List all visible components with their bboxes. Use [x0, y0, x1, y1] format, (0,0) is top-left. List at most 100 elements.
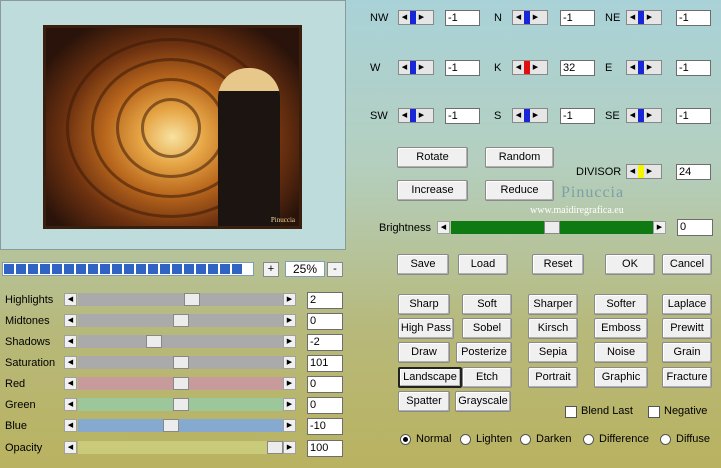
arrow-left-icon[interactable]: ◀ — [399, 61, 410, 74]
filter-button-grain[interactable]: Grain — [662, 342, 712, 363]
divisor-spinner[interactable]: ◀ ▶ — [626, 164, 662, 179]
direction-value[interactable]: -1 — [445, 60, 480, 76]
filter-button-sepia[interactable]: Sepia — [528, 342, 578, 363]
direction-spinner[interactable]: ◀ ▶ — [626, 108, 662, 123]
slider-thumb[interactable] — [163, 419, 179, 432]
filter-button-draw[interactable]: Draw — [398, 342, 450, 363]
slider-left-arrow[interactable]: ◀ — [64, 419, 77, 432]
slider-track[interactable] — [78, 335, 283, 348]
filter-button-softer[interactable]: Softer — [594, 294, 648, 315]
reduce-button[interactable]: Reduce — [485, 180, 554, 201]
zoom-in-button[interactable]: + — [263, 262, 279, 277]
arrow-right-icon[interactable]: ▶ — [530, 109, 541, 122]
slider-thumb[interactable] — [173, 377, 189, 390]
direction-spinner[interactable]: ◀ ▶ — [512, 60, 548, 75]
slider-right-arrow[interactable]: ▶ — [283, 335, 296, 348]
slider-track[interactable] — [78, 419, 283, 432]
arrow-right-icon[interactable]: ▶ — [644, 61, 655, 74]
brightness-value[interactable]: 0 — [677, 219, 713, 236]
filter-button-noise[interactable]: Noise — [594, 342, 648, 363]
random-button[interactable]: Random — [485, 147, 554, 168]
brightness-left-arrow[interactable]: ◀ — [437, 221, 450, 234]
slider-right-arrow[interactable]: ▶ — [283, 356, 296, 369]
slider-right-arrow[interactable]: ▶ — [283, 441, 296, 454]
load-button[interactable]: Load — [458, 254, 508, 275]
filter-button-sobel[interactable]: Sobel — [462, 318, 512, 339]
slider-track[interactable] — [78, 356, 283, 369]
divisor-value[interactable]: 24 — [676, 164, 711, 180]
slider-left-arrow[interactable]: ◀ — [64, 314, 77, 327]
arrow-left-icon[interactable]: ◀ — [627, 165, 638, 178]
slider-track[interactable] — [78, 377, 283, 390]
slider-track[interactable] — [78, 314, 283, 327]
slider-right-arrow[interactable]: ▶ — [283, 398, 296, 411]
arrow-left-icon[interactable]: ◀ — [627, 61, 638, 74]
filter-button-grayscale[interactable]: Grayscale — [455, 391, 511, 412]
slider-thumb[interactable] — [146, 335, 162, 348]
arrow-right-icon[interactable]: ▶ — [530, 11, 541, 24]
filter-button-etch[interactable]: Etch — [462, 367, 512, 388]
zoom-out-button[interactable]: - — [327, 262, 343, 277]
arrow-right-icon[interactable]: ▶ — [416, 11, 427, 24]
direction-spinner[interactable]: ◀ ▶ — [626, 60, 662, 75]
arrow-right-icon[interactable]: ▶ — [416, 61, 427, 74]
direction-spinner[interactable]: ◀ ▶ — [398, 10, 434, 25]
save-button[interactable]: Save — [397, 254, 449, 275]
filter-button-kirsch[interactable]: Kirsch — [528, 318, 578, 339]
filter-button-posterize[interactable]: Posterize — [456, 342, 512, 363]
direction-value[interactable]: -1 — [676, 108, 711, 124]
mode-radio-darken[interactable] — [520, 434, 531, 445]
direction-spinner[interactable]: ◀ ▶ — [626, 10, 662, 25]
direction-value[interactable]: -1 — [560, 108, 595, 124]
slider-value[interactable]: -2 — [307, 334, 343, 351]
brightness-slider[interactable] — [451, 221, 653, 234]
filter-button-high-pass[interactable]: High Pass — [398, 318, 454, 339]
mode-radio-normal[interactable] — [400, 434, 411, 445]
mode-radio-difference[interactable] — [583, 434, 594, 445]
reset-button[interactable]: Reset — [532, 254, 584, 275]
slider-right-arrow[interactable]: ▶ — [283, 419, 296, 432]
arrow-right-icon[interactable]: ▶ — [644, 165, 655, 178]
arrow-right-icon[interactable]: ▶ — [416, 109, 427, 122]
filter-button-fracture[interactable]: Fracture — [662, 367, 712, 388]
filter-button-sharper[interactable]: Sharper — [528, 294, 578, 315]
filter-button-portrait[interactable]: Portrait — [528, 367, 578, 388]
slider-left-arrow[interactable]: ◀ — [64, 293, 77, 306]
slider-thumb[interactable] — [173, 356, 189, 369]
increase-button[interactable]: Increase — [397, 180, 468, 201]
filter-button-landscape[interactable]: Landscape — [398, 367, 462, 388]
slider-left-arrow[interactable]: ◀ — [64, 356, 77, 369]
direction-spinner[interactable]: ◀ ▶ — [512, 10, 548, 25]
slider-value[interactable]: 0 — [307, 397, 343, 414]
arrow-left-icon[interactable]: ◀ — [627, 109, 638, 122]
slider-thumb[interactable] — [184, 293, 200, 306]
slider-thumb[interactable] — [173, 314, 189, 327]
slider-left-arrow[interactable]: ◀ — [64, 377, 77, 390]
direction-spinner[interactable]: ◀ ▶ — [398, 60, 434, 75]
slider-value[interactable]: 100 — [307, 440, 343, 457]
arrow-left-icon[interactable]: ◀ — [627, 11, 638, 24]
slider-right-arrow[interactable]: ▶ — [283, 377, 296, 390]
arrow-right-icon[interactable]: ▶ — [530, 61, 541, 74]
direction-value[interactable]: 32 — [560, 60, 595, 76]
filter-button-sharp[interactable]: Sharp — [398, 294, 450, 315]
slider-thumb[interactable] — [267, 441, 283, 454]
slider-right-arrow[interactable]: ▶ — [283, 314, 296, 327]
slider-thumb[interactable] — [173, 398, 189, 411]
ok-button[interactable]: OK — [605, 254, 655, 275]
arrow-left-icon[interactable]: ◀ — [399, 109, 410, 122]
slider-left-arrow[interactable]: ◀ — [64, 335, 77, 348]
slider-track[interactable] — [78, 398, 283, 411]
direction-value[interactable]: -1 — [560, 10, 595, 26]
arrow-right-icon[interactable]: ▶ — [644, 109, 655, 122]
slider-value[interactable]: 101 — [307, 355, 343, 372]
rotate-button[interactable]: Rotate — [397, 147, 468, 168]
slider-right-arrow[interactable]: ▶ — [283, 293, 296, 306]
slider-value[interactable]: -10 — [307, 418, 343, 435]
filter-button-emboss[interactable]: Emboss — [594, 318, 648, 339]
filter-button-spatter[interactable]: Spatter — [398, 391, 450, 412]
arrow-left-icon[interactable]: ◀ — [513, 61, 524, 74]
filter-button-soft[interactable]: Soft — [462, 294, 512, 315]
brightness-right-arrow[interactable]: ▶ — [653, 221, 666, 234]
slider-value[interactable]: 0 — [307, 376, 343, 393]
